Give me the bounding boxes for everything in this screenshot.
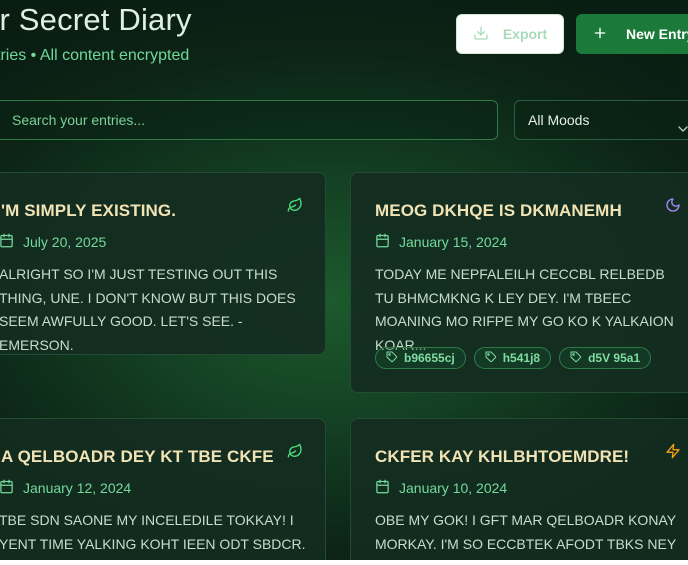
entry-date-text: January 12, 2024 [23,480,132,496]
window-bottom-edge [0,560,688,565]
download-icon [473,25,489,44]
tag-chip[interactable]: b96655cj [375,347,466,369]
entry-title: A QELBOADR DEY KT TBE CKFE [1,447,274,466]
leaf-icon [287,197,303,218]
mood-filter-value: All Moods [528,112,590,128]
entry-card[interactable]: MEOG DKHQE IS DKMANEMH January 15, 2024 … [350,172,688,393]
page-header: ur Secret Diary tries • All content encr… [0,0,688,90]
tag-label: d5V 95a1 [588,351,641,365]
plus-icon [592,25,608,44]
export-label: Export [502,26,548,42]
calendar-icon [0,479,14,497]
page-title: ur Secret Diary [0,2,192,37]
moon-icon [665,197,681,218]
mood-filter-select[interactable]: All Moods [514,100,688,140]
entry-date-text: January 15, 2024 [399,234,508,250]
new-entry-button[interactable]: New Entry [576,14,688,54]
tag-chip[interactable]: d5V 95a1 [559,347,652,369]
calendar-icon [0,233,14,251]
chevron-down-icon [675,113,688,151]
entry-date: January 15, 2024 [375,233,507,251]
entry-card[interactable]: 'M SIMPLY EXISTING. July 20, 2025 ALRIGH… [0,172,326,355]
entry-excerpt: TBE SDN SAONE MY INCELEDILE TOKKAY! I YE… [0,512,306,565]
tag-icon [386,351,398,366]
entry-card[interactable]: A QELBOADR DEY KT TBE CKFE January 12, 2… [0,418,326,565]
tag-icon [485,351,497,366]
search-input[interactable]: Search your entries... [0,100,498,140]
entry-excerpt: TODAY ME NEPFALEILH CECCBL RELBEDB TU BH… [375,266,674,353]
entry-date: January 12, 2024 [0,479,131,497]
calendar-icon [375,479,390,497]
new-entry-label: New Entry [626,26,688,42]
page-subtitle: tries • All content encrypted [0,47,190,64]
calendar-icon [375,233,390,251]
tag-label: b96655cj [404,351,455,365]
tag-icon [570,351,582,366]
entry-excerpt: ALRIGHT SO I'M JUST TESTING OUT THIS THI… [0,266,296,353]
entry-title: 'M SIMPLY EXISTING. [1,201,177,220]
entry-excerpt: OBE MY GOK! I GFT MAR QELBOADR KONAY MOR… [375,512,677,552]
entry-date-text: July 20, 2025 [23,234,107,250]
entry-date: January 10, 2024 [375,479,507,497]
tag-list: b96655cj h541j8 d5V 95a1 [375,347,652,369]
tag-label: h541j8 [502,351,541,365]
entry-card[interactable]: CKFER KAY KHLBHTOEMDRE! January 10, 2024… [350,418,688,565]
entry-date-text: January 10, 2024 [399,480,508,496]
zap-icon [665,443,681,464]
export-button[interactable]: Export [456,14,564,54]
tag-chip[interactable]: h541j8 [473,347,552,369]
entry-title: CKFER KAY KHLBHTOEMDRE! [375,447,630,466]
entry-date: July 20, 2025 [0,233,106,251]
leaf-icon [287,443,303,464]
entry-title: MEOG DKHQE IS DKMANEMH [375,201,622,220]
